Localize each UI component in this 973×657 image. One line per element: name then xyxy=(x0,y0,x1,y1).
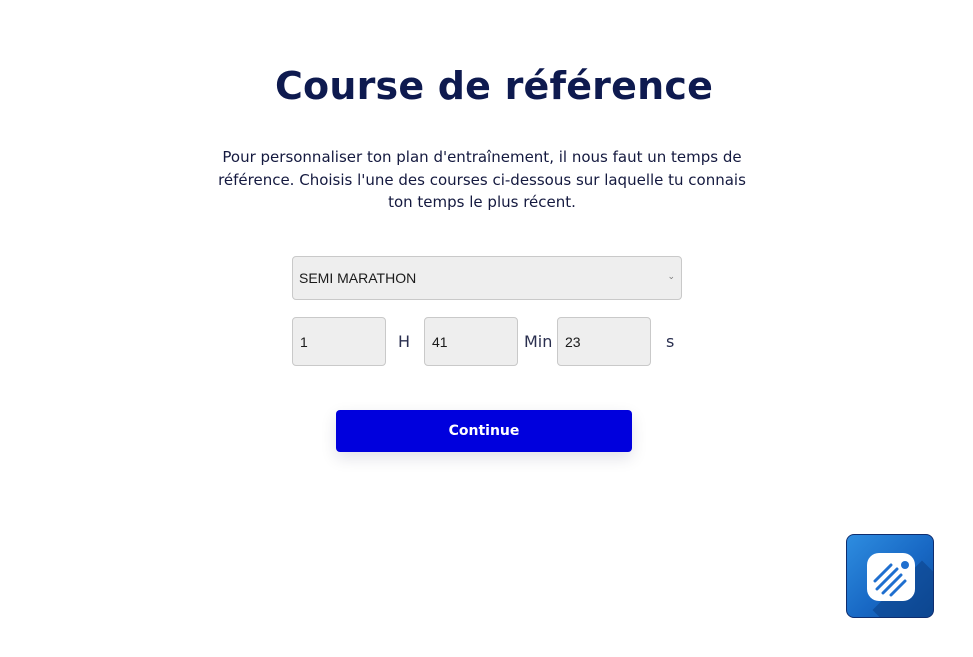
page-title: Course de référence xyxy=(274,64,714,108)
seconds-unit-label: s xyxy=(666,332,675,351)
race-select[interactable]: SEMI MARATHON ⌄ xyxy=(292,256,682,300)
minutes-unit-label: Min xyxy=(524,332,553,351)
reference-race-page: Course de référence Pour personnaliser t… xyxy=(0,0,973,657)
continue-button[interactable]: Continue xyxy=(336,410,632,452)
race-select-value: SEMI MARATHON xyxy=(299,270,417,286)
seconds-input[interactable] xyxy=(557,317,651,366)
chevron-down-icon: ⌄ xyxy=(667,271,675,281)
running-app-icon xyxy=(867,553,915,601)
minutes-input[interactable] xyxy=(424,317,518,366)
hours-unit-label: H xyxy=(398,332,411,351)
hours-input[interactable] xyxy=(292,317,386,366)
page-description: Pour personnaliser ton plan d'entraîneme… xyxy=(218,148,746,211)
app-badge-button[interactable] xyxy=(846,534,934,618)
